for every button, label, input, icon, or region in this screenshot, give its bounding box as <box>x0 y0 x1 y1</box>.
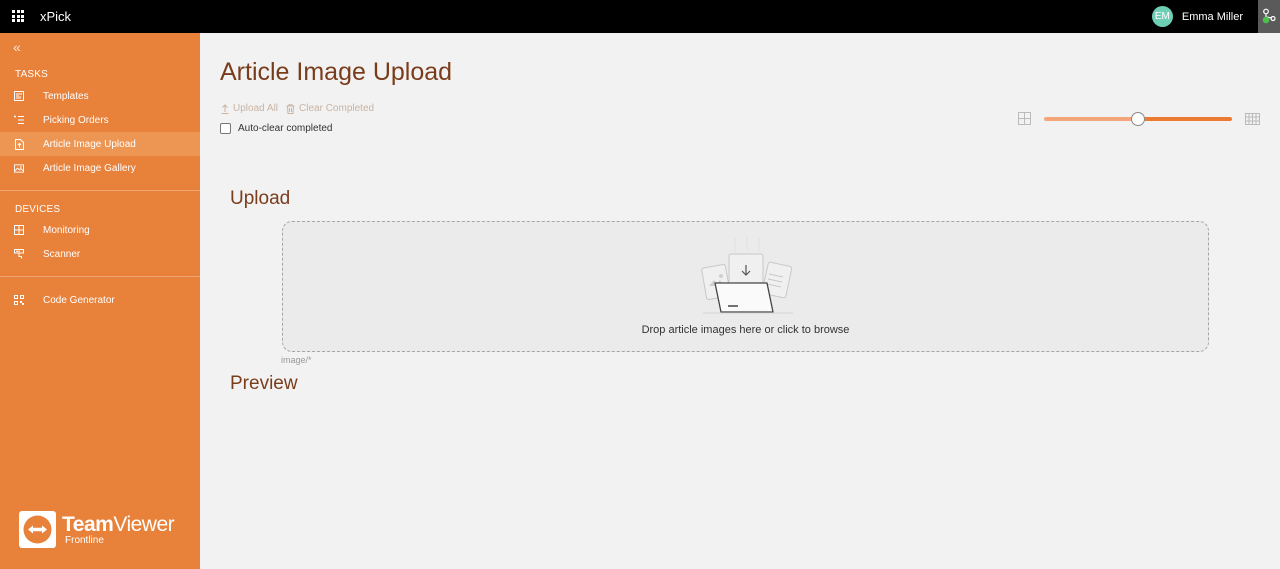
section-title-tasks: TASKS <box>15 69 49 80</box>
auto-clear-checkbox[interactable]: Auto-clear completed <box>220 123 333 134</box>
main-content: Article Image Upload Upload All Clear Co… <box>200 33 1280 569</box>
sidebar: « TASKS Templates Picking Orders Article… <box>0 33 200 569</box>
upload-illustration-icon <box>701 236 793 314</box>
collapse-sidebar-button[interactable]: « <box>13 39 21 55</box>
sidebar-item-article-image-upload[interactable]: Article Image Upload <box>0 132 200 156</box>
sidebar-item-label: Templates <box>43 90 89 102</box>
checkbox-box[interactable] <box>220 123 231 134</box>
sidebar-item-label: Code Generator <box>43 294 115 306</box>
sidebar-item-scanner[interactable]: Scanner <box>0 242 200 266</box>
sidebar-divider <box>0 276 200 277</box>
connection-status-button[interactable] <box>1258 0 1280 33</box>
upload-section-title: Upload <box>230 188 291 209</box>
brand-subtitle: Frontline <box>65 534 104 546</box>
thumbnail-size-control <box>1018 111 1260 127</box>
qr-code-icon <box>14 295 24 305</box>
user-name: Emma Miller <box>1181 10 1243 23</box>
top-bar: xPick EM Emma Miller <box>0 0 1280 33</box>
sidebar-item-label: Scanner <box>43 248 81 260</box>
teamviewer-logo-icon <box>19 511 56 548</box>
slider-track-remaining <box>1144 117 1232 121</box>
list-icon <box>14 115 24 125</box>
sidebar-divider <box>0 190 200 191</box>
brand-name: TeamViewer <box>62 512 175 536</box>
slider-track-filled <box>1044 117 1132 121</box>
clear-completed-label: Clear Completed <box>299 103 375 114</box>
grid-small-tiles-icon[interactable] <box>1245 113 1260 125</box>
app-title: xPick <box>40 9 72 24</box>
sidebar-item-code-generator[interactable]: Code Generator <box>0 288 200 312</box>
sidebar-item-article-image-gallery[interactable]: Article Image Gallery <box>0 156 200 180</box>
clear-completed-button[interactable]: Clear Completed <box>286 103 374 114</box>
file-upload-icon <box>14 138 24 150</box>
preview-section-title: Preview <box>230 373 298 394</box>
sidebar-item-label: Monitoring <box>43 224 90 236</box>
sidebar-item-label: Picking Orders <box>43 114 109 126</box>
upload-icon <box>221 103 229 114</box>
connection-status-icon <box>1262 8 1276 23</box>
section-title-devices: DEVICES <box>15 204 61 215</box>
thumbnail-size-slider[interactable] <box>1044 112 1232 126</box>
sidebar-item-monitoring[interactable]: Monitoring <box>0 218 200 242</box>
grid-large-tiles-icon[interactable] <box>1018 112 1031 125</box>
user-menu[interactable]: EM Emma Miller <box>1151 6 1243 27</box>
sidebar-item-templates[interactable]: Templates <box>0 84 200 108</box>
sidebar-item-label: Article Image Gallery <box>43 162 136 174</box>
double-chevron-left-icon: « <box>13 39 21 55</box>
image-icon <box>14 163 24 173</box>
upload-dropzone[interactable]: Drop article images here or click to bro… <box>282 221 1209 352</box>
teamviewer-logo: TeamViewer Frontline <box>19 511 175 548</box>
auto-clear-label: Auto-clear completed <box>238 123 333 134</box>
page-title: Article Image Upload <box>220 58 453 86</box>
sidebar-item-label: Article Image Upload <box>43 138 136 150</box>
grid-icon <box>14 225 24 235</box>
accepted-file-types: image/* <box>281 355 312 365</box>
upload-all-label: Upload All <box>233 103 279 114</box>
slider-thumb[interactable] <box>1131 112 1145 126</box>
toolbar: Upload All Clear Completed <box>221 103 382 114</box>
trash-icon <box>286 103 295 114</box>
dropzone-text: Drop article images here or click to bro… <box>641 324 850 336</box>
avatar: EM <box>1151 6 1173 27</box>
scanner-icon <box>14 249 24 259</box>
sidebar-item-picking-orders[interactable]: Picking Orders <box>0 108 200 132</box>
upload-all-button[interactable]: Upload All <box>221 103 278 114</box>
template-icon <box>14 91 24 101</box>
apps-grid-icon[interactable] <box>12 10 24 22</box>
